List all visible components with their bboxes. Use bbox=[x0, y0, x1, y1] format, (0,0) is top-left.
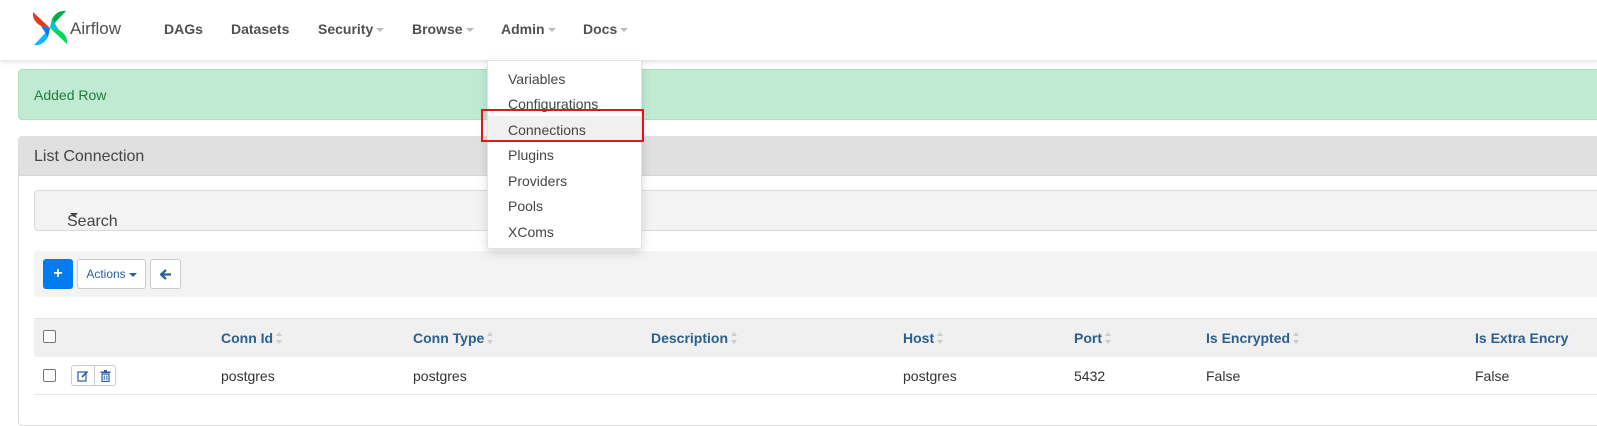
row-checkbox[interactable] bbox=[43, 369, 56, 382]
column-label: Host bbox=[903, 330, 935, 346]
nav-browse-label: Browse bbox=[412, 21, 463, 37]
back-button[interactable] bbox=[150, 259, 181, 289]
actions-label: Actions bbox=[86, 267, 126, 281]
panel-title: List Connection bbox=[34, 148, 145, 165]
select-all-checkbox[interactable] bbox=[43, 330, 56, 343]
panel-heading: List Connection bbox=[19, 137, 1597, 176]
chevron-down-icon bbox=[620, 28, 629, 33]
arrow-left-icon bbox=[160, 269, 171, 280]
column-is-extra-encrypted[interactable]: Is Extra Encry bbox=[1475, 330, 1568, 346]
column-conn-id[interactable]: Conn Id bbox=[221, 330, 283, 346]
nav-admin-label: Admin bbox=[501, 21, 545, 37]
cell-is-extra-encrypted: False bbox=[1475, 368, 1510, 384]
nav-datasets[interactable]: Datasets bbox=[231, 21, 289, 37]
menu-item-plugins[interactable]: Plugins bbox=[508, 147, 554, 163]
search-toggle[interactable]: Search bbox=[34, 190, 1597, 231]
sort-icon bbox=[731, 332, 738, 344]
column-conn-type[interactable]: Conn Type bbox=[413, 330, 494, 346]
actions-toolbar bbox=[34, 251, 1597, 297]
nav-docs[interactable]: Docs bbox=[583, 21, 629, 37]
cell-port: 5432 bbox=[1074, 368, 1106, 384]
chevron-down-icon bbox=[70, 213, 78, 217]
actions-dropdown-button[interactable]: Actions bbox=[77, 259, 146, 289]
nav-browse[interactable]: Browse bbox=[412, 21, 474, 37]
column-label: Conn Type bbox=[413, 330, 485, 346]
menu-item-pools[interactable]: Pools bbox=[508, 198, 543, 214]
nav-security[interactable]: Security bbox=[318, 21, 385, 37]
column-label: Conn Id bbox=[221, 330, 274, 346]
sort-icon bbox=[276, 332, 283, 344]
cell-conn-id: postgres bbox=[221, 368, 275, 384]
brand-link[interactable]: Airflow bbox=[31, 9, 121, 47]
chevron-down-icon bbox=[376, 28, 385, 33]
nav-dags[interactable]: DAGs bbox=[164, 21, 203, 37]
column-label: Is Encrypted bbox=[1206, 330, 1291, 346]
column-port[interactable]: Port bbox=[1074, 330, 1111, 346]
sort-icon bbox=[1293, 332, 1300, 344]
alert-message: Added Row bbox=[34, 87, 107, 103]
sort-icon bbox=[487, 332, 494, 344]
success-alert: Added Row bbox=[18, 69, 1597, 120]
chevron-down-icon bbox=[128, 272, 137, 277]
edit-icon[interactable] bbox=[77, 370, 89, 382]
sort-icon bbox=[937, 332, 944, 344]
column-label: Description bbox=[651, 330, 729, 346]
chevron-down-icon bbox=[547, 28, 556, 33]
top-navbar: Airflow DAGs Datasets Security Browse Ad… bbox=[0, 0, 1597, 60]
column-description[interactable]: Description bbox=[651, 330, 738, 346]
add-record-button[interactable]: + bbox=[43, 259, 73, 289]
cell-conn-type: postgres bbox=[413, 368, 467, 384]
highlight-annotation-box bbox=[481, 109, 644, 142]
cell-is-encrypted: False bbox=[1206, 368, 1241, 384]
chevron-down-icon bbox=[465, 28, 474, 33]
menu-item-variables[interactable]: Variables bbox=[508, 71, 565, 87]
brand-name: Airflow bbox=[70, 19, 122, 38]
nav-security-label: Security bbox=[318, 21, 374, 37]
menu-item-providers[interactable]: Providers bbox=[508, 173, 567, 189]
column-label: Port bbox=[1074, 330, 1102, 346]
nav-docs-label: Docs bbox=[583, 21, 618, 37]
column-host[interactable]: Host bbox=[903, 330, 944, 346]
trash-icon[interactable] bbox=[100, 370, 111, 382]
cell-host: postgres bbox=[903, 368, 957, 384]
column-label: Is Extra Encry bbox=[1475, 330, 1569, 346]
nav-admin[interactable]: Admin bbox=[501, 21, 556, 37]
menu-item-xcoms[interactable]: XComs bbox=[508, 224, 554, 240]
row-action-group bbox=[71, 365, 116, 386]
column-is-encrypted[interactable]: Is Encrypted bbox=[1206, 330, 1300, 346]
admin-dropdown-menu: Variables Configurations Connections Plu… bbox=[487, 60, 642, 249]
airflow-pinwheel-icon bbox=[32, 10, 68, 46]
sort-icon bbox=[1105, 332, 1111, 344]
